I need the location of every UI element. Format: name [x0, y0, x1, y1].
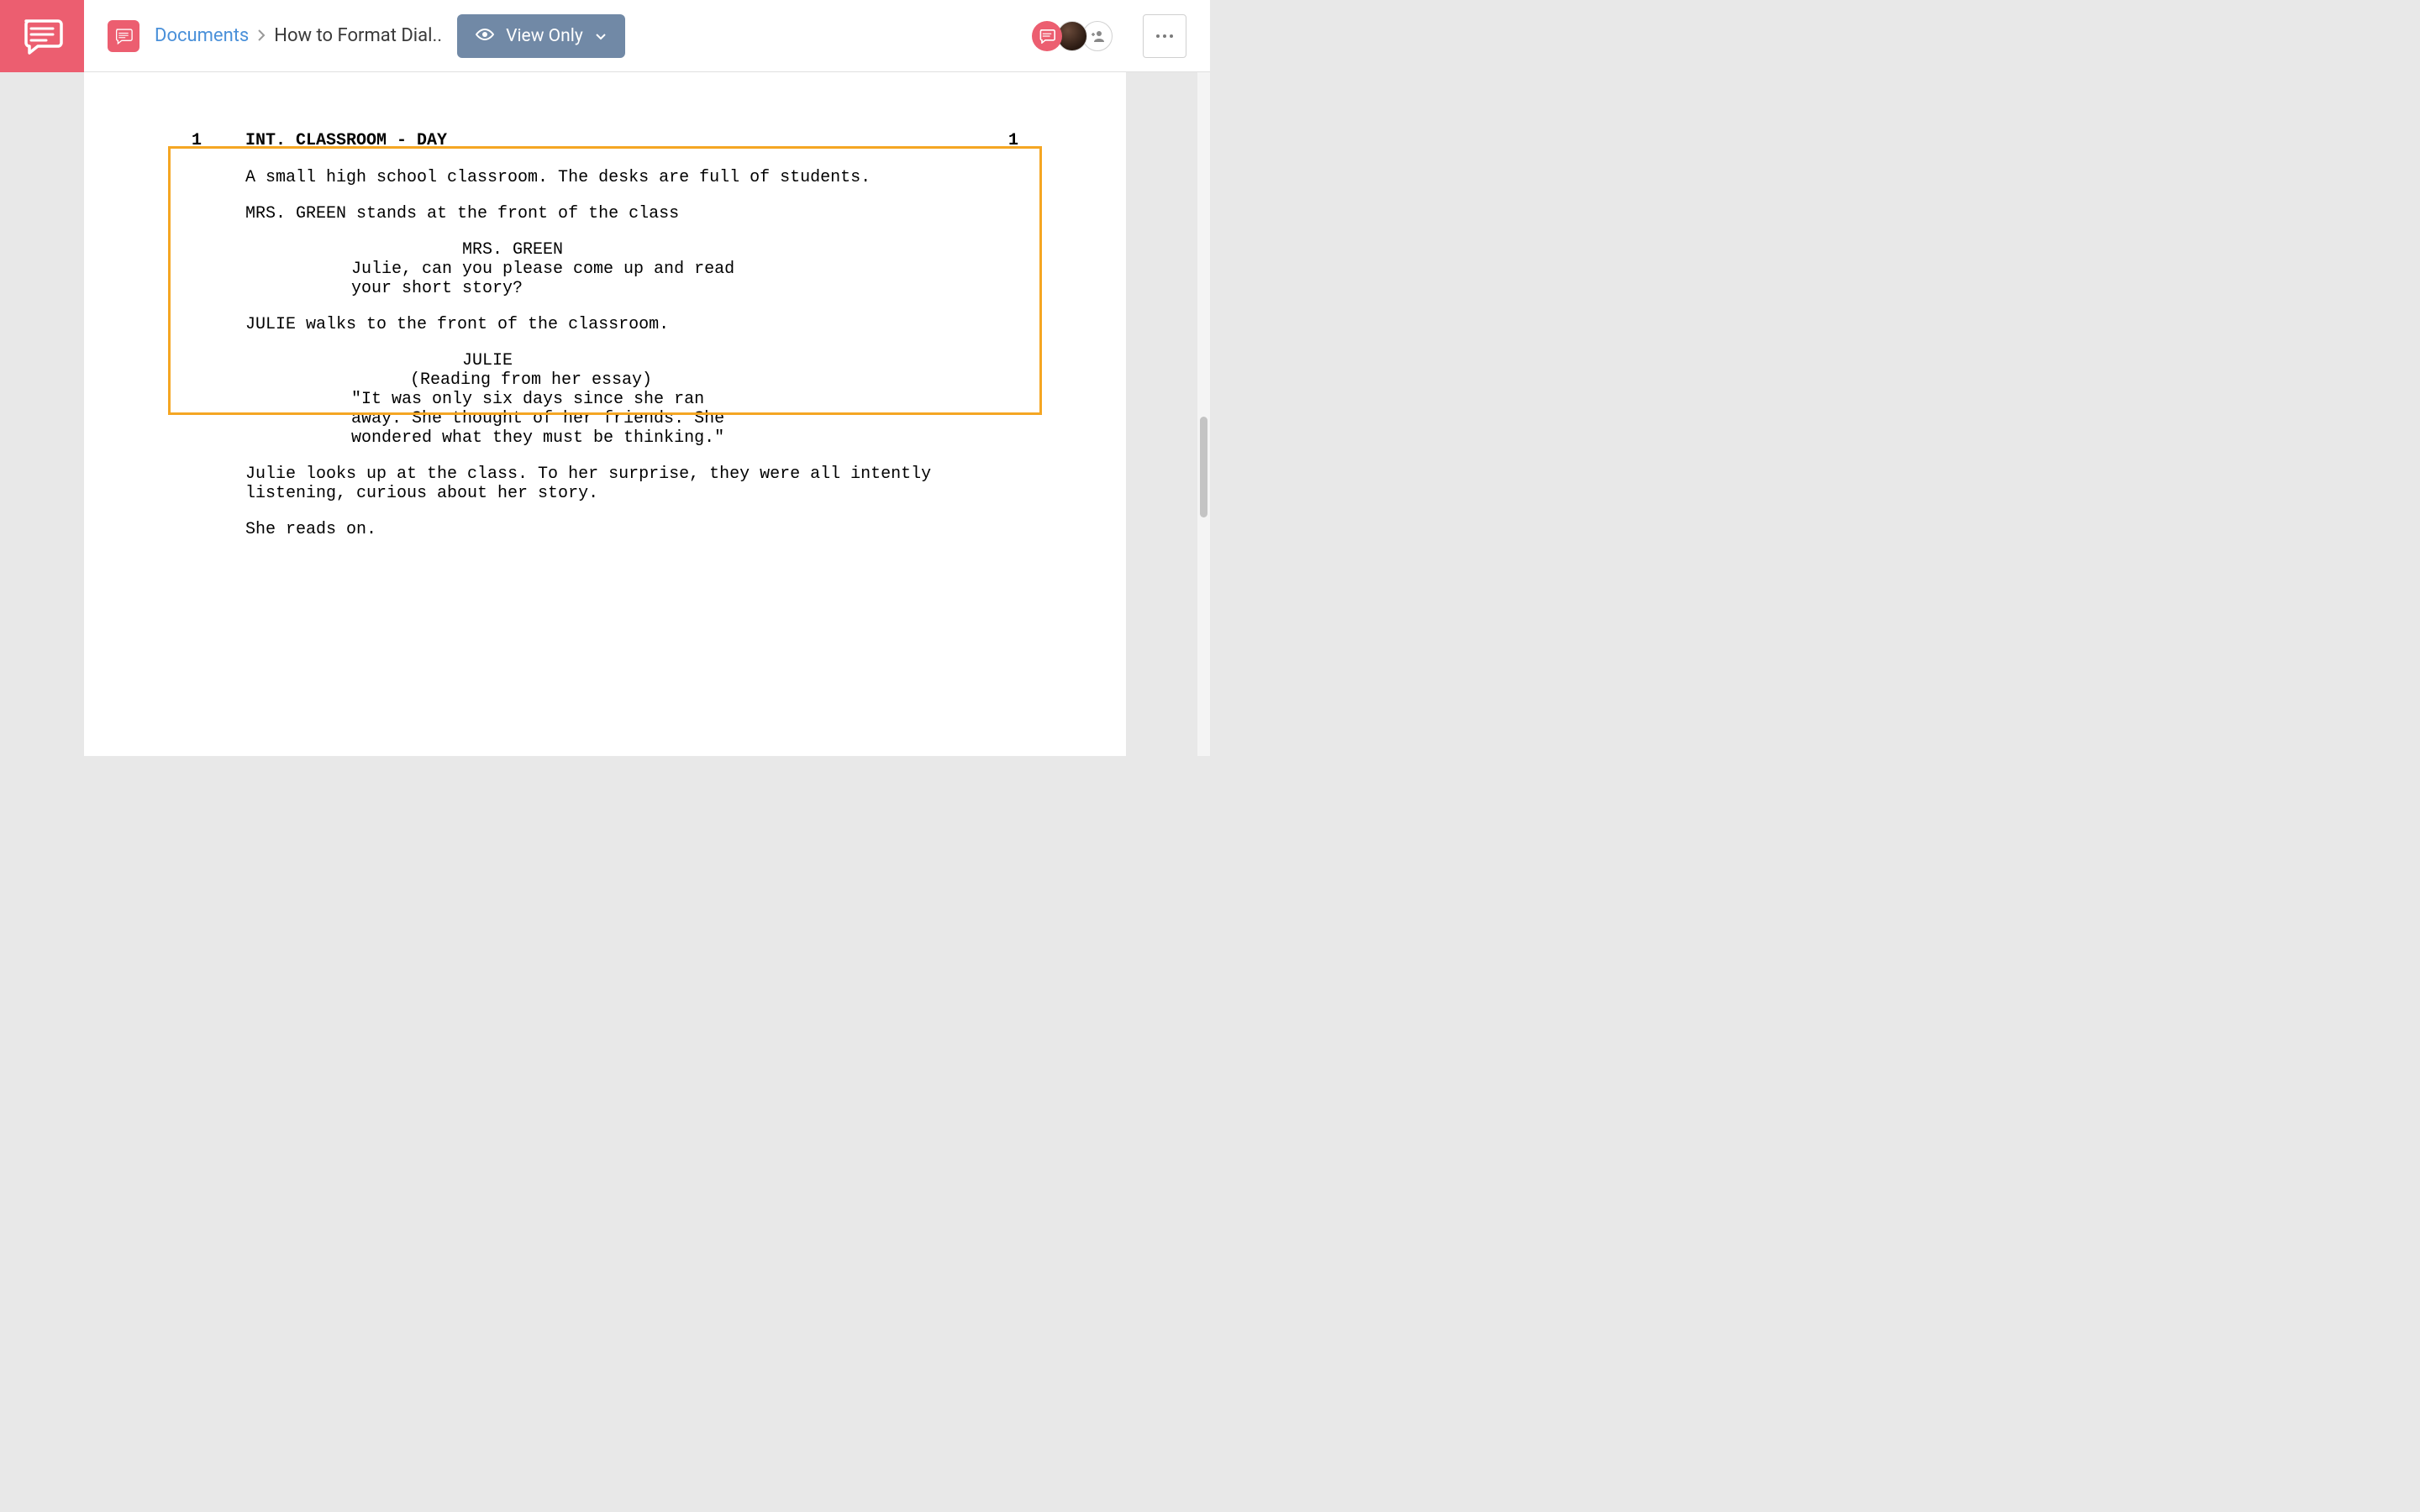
- scrollbar-track[interactable]: [1197, 72, 1210, 756]
- app-logo[interactable]: [0, 0, 84, 72]
- chevron-right-icon: [257, 25, 266, 46]
- breadcrumb-current: How to Format Dial..: [274, 25, 442, 46]
- scene-number-right: 1: [1008, 131, 1018, 150]
- top-bar: Documents How to Format Dial.. View Only: [84, 0, 1210, 72]
- ellipsis-icon: [1156, 34, 1173, 38]
- action-line: She reads on.: [245, 520, 943, 539]
- action-line: A small high school classroom. The desks…: [245, 168, 943, 187]
- more-options-button[interactable]: [1143, 14, 1186, 58]
- eye-icon: [476, 26, 494, 46]
- action-line: Julie looks up at the class. To her surp…: [245, 465, 943, 503]
- character-cue: JULIE: [462, 351, 1034, 370]
- scene-slugline: INT. CLASSROOM - DAY: [245, 131, 447, 150]
- action-line: JULIE walks to the front of the classroo…: [245, 315, 943, 334]
- view-mode-label: View Only: [506, 26, 583, 46]
- speech-bubble-icon: [21, 18, 63, 55]
- character-cue: MRS. GREEN: [462, 240, 1034, 260]
- parenthetical: (Reading from her essay): [410, 370, 1034, 390]
- dialogue-line: "It was only six days since she ran away…: [351, 390, 755, 448]
- document-page: 1 INT. CLASSROOM - DAY 1 A small high sc…: [84, 72, 1126, 756]
- dialogue-line: Julie, can you please come up and read y…: [351, 260, 755, 298]
- speech-bubble-icon: [114, 28, 133, 45]
- breadcrumb: Documents How to Format Dial..: [155, 25, 442, 46]
- person-add-icon: [1090, 30, 1105, 42]
- action-line: MRS. GREEN stands at the front of the cl…: [245, 204, 943, 223]
- scrollbar-thumb[interactable]: [1200, 417, 1207, 517]
- scene-number-left: 1: [192, 131, 202, 150]
- screenplay-content: 1 INT. CLASSROOM - DAY 1 A small high sc…: [84, 72, 1126, 598]
- breadcrumb-root-link[interactable]: Documents: [155, 25, 249, 46]
- collaborator-group: [1032, 21, 1113, 51]
- brand-avatar[interactable]: [1032, 21, 1062, 51]
- chevron-down-icon: [595, 26, 607, 46]
- view-mode-button[interactable]: View Only: [457, 14, 625, 58]
- speech-bubble-icon: [1039, 29, 1055, 44]
- document-icon-button[interactable]: [108, 20, 139, 52]
